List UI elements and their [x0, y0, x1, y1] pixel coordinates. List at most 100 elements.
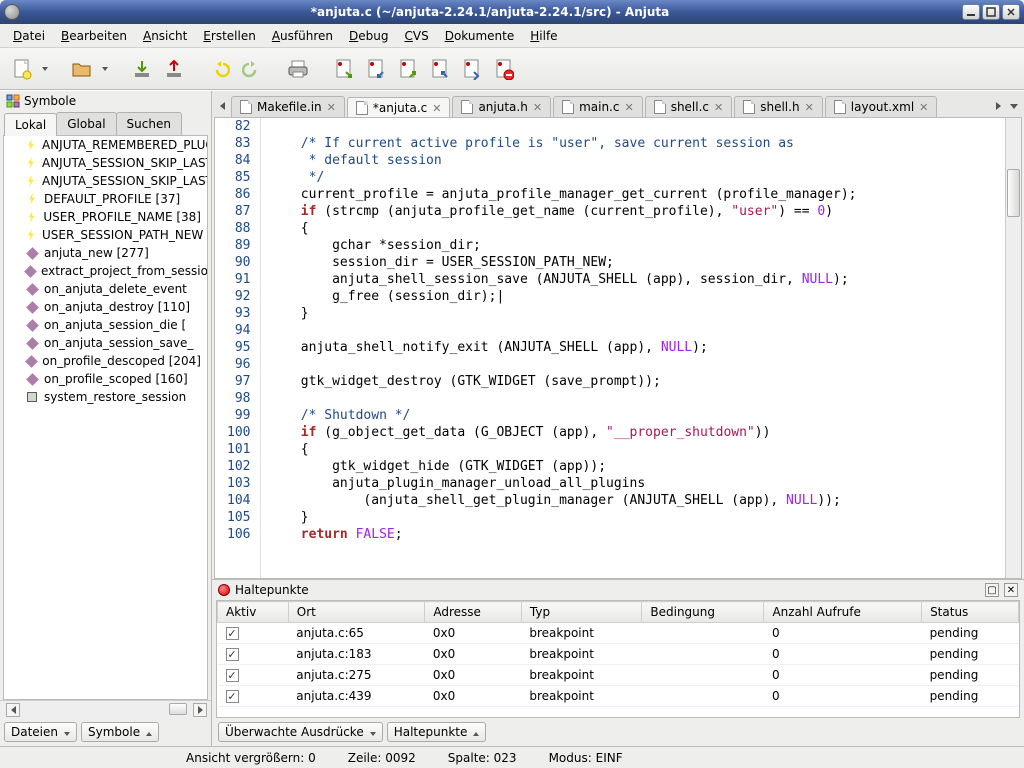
bp-col-header[interactable]: Aktiv [218, 602, 289, 623]
source-text[interactable]: /* If current active profile is "user", … [261, 118, 1005, 578]
editor-tab[interactable]: layout.xml✕ [825, 96, 938, 117]
print-icon[interactable] [284, 54, 312, 84]
debug-stop-icon[interactable] [490, 54, 518, 84]
bp-active-checkbox[interactable] [226, 648, 239, 661]
symbol-item[interactable]: USER_PROFILE_NAME [38] [4, 208, 207, 226]
symbol-item[interactable]: on_anjuta_delete_event [4, 280, 207, 298]
editor-tab[interactable]: shell.c✕ [645, 96, 733, 117]
debug-step3-icon[interactable] [394, 54, 422, 84]
vscroll-thumb[interactable] [1007, 169, 1020, 217]
sidebar-tab-lokal[interactable]: Lokal [4, 113, 57, 136]
menu-datei[interactable]: Datei [6, 26, 52, 46]
editor-vscrollbar[interactable] [1005, 118, 1021, 578]
symbol-label: on_anjuta_destroy [110] [44, 300, 190, 314]
panel-close-button[interactable]: ✕ [1004, 583, 1018, 597]
debug-run-icon[interactable] [458, 54, 486, 84]
menu-ausführen[interactable]: Ausführen [265, 26, 340, 46]
diamond-icon [26, 247, 38, 259]
undo-icon[interactable] [206, 54, 234, 84]
menu-cvs[interactable]: CVS [397, 26, 435, 46]
editor-tab[interactable]: anjuta.h✕ [452, 96, 551, 117]
symbol-item[interactable]: USER_SESSION_PATH_NEW [4, 226, 207, 244]
bp-col-header[interactable]: Ort [288, 602, 425, 623]
new-dropdown-icon[interactable] [40, 67, 50, 71]
symbols-combo[interactable]: Symbole [81, 722, 159, 742]
watched-expr-combo[interactable]: Überwachte Ausdrücke [218, 722, 383, 742]
symbol-item[interactable]: ANJUTA_SESSION_SKIP_LAST [4, 154, 207, 172]
menu-debug[interactable]: Debug [342, 26, 395, 46]
breakpoint-row[interactable]: anjuta.c:650x0breakpoint0pending [218, 623, 1019, 644]
menu-dokumente[interactable]: Dokumente [438, 26, 522, 46]
symbol-item[interactable]: on_profile_scoped [160] [4, 370, 207, 388]
symbol-item[interactable]: ANJUTA_REMEMBERED_PLUGINS [4, 136, 207, 154]
debug-step4-icon[interactable] [426, 54, 454, 84]
symbol-item[interactable]: system_restore_session [4, 388, 207, 406]
tab-nav-left[interactable] [214, 95, 230, 117]
symbol-item[interactable]: on_anjuta_session_die [ [4, 316, 207, 334]
bp-active-checkbox[interactable] [226, 669, 239, 682]
scroll-left-icon[interactable] [6, 703, 20, 717]
symbol-item[interactable]: anjuta_new [277] [4, 244, 207, 262]
menu-bearbeiten[interactable]: Bearbeiten [54, 26, 134, 46]
bp-active-checkbox[interactable] [226, 690, 239, 703]
symbol-list[interactable]: ANJUTA_REMEMBERED_PLUGINSANJUTA_SESSION_… [3, 135, 208, 700]
bp-col-header[interactable]: Bedingung [642, 602, 764, 623]
tab-close-icon[interactable]: ✕ [533, 101, 542, 114]
symbol-item[interactable]: ANJUTA_SESSION_SKIP_LAST_FILES [4, 172, 207, 190]
breakpoint-row[interactable]: anjuta.c:2750x0breakpoint0pending [218, 665, 1019, 686]
bp-col-header[interactable]: Status [922, 602, 1019, 623]
tab-close-icon[interactable]: ✕ [714, 101, 723, 114]
save-down-icon[interactable] [128, 54, 156, 84]
bp-active-checkbox[interactable] [226, 627, 239, 640]
code-editor[interactable]: 82 83 84 85 86 87 88 89 90 91 92 93 94 9… [214, 117, 1022, 579]
new-doc-icon[interactable] [8, 54, 36, 84]
breakpoint-icon [218, 584, 230, 596]
bolt-icon [26, 139, 36, 151]
bp-col-header[interactable]: Anzahl Aufrufe [764, 602, 922, 623]
sidebar-tab-suchen[interactable]: Suchen [116, 112, 182, 135]
load-up-icon[interactable] [160, 54, 188, 84]
redo-icon[interactable] [238, 54, 266, 84]
debug-step2-icon[interactable] [362, 54, 390, 84]
scroll-right-icon[interactable] [193, 703, 207, 717]
menu-ansicht[interactable]: Ansicht [136, 26, 194, 46]
symbol-item[interactable]: on_anjuta_destroy [110] [4, 298, 207, 316]
breakpoint-row[interactable]: anjuta.c:4390x0breakpoint0pending [218, 686, 1019, 707]
tab-close-icon[interactable]: ✕ [805, 101, 814, 114]
bp-col-header[interactable]: Adresse [425, 602, 522, 623]
files-combo[interactable]: Dateien [4, 722, 77, 742]
editor-tab[interactable]: shell.h✕ [734, 96, 823, 117]
breakpoint-row[interactable]: anjuta.c:1830x0breakpoint0pending [218, 644, 1019, 665]
debug-step1-icon[interactable] [330, 54, 358, 84]
menu-erstellen[interactable]: Erstellen [196, 26, 263, 46]
app-icon [4, 4, 20, 20]
scroll-thumb[interactable] [169, 703, 187, 715]
tab-close-icon[interactable]: ✕ [919, 101, 928, 114]
symbol-item[interactable]: DEFAULT_PROFILE [37] [4, 190, 207, 208]
minimize-button[interactable] [962, 4, 980, 20]
sidebar-hscrollbar[interactable] [0, 700, 211, 718]
tab-nav-menu[interactable] [1006, 95, 1022, 117]
open-folder-icon[interactable] [68, 54, 96, 84]
bolt-icon [26, 157, 36, 169]
tab-close-icon[interactable]: ✕ [432, 102, 441, 115]
bp-col-header[interactable]: Typ [521, 602, 642, 623]
panel-minimize-button[interactable]: ▢ [985, 583, 999, 597]
open-dropdown-icon[interactable] [100, 67, 110, 71]
tab-close-icon[interactable]: ✕ [327, 101, 336, 114]
diamond-icon [26, 283, 38, 295]
breakpoints-combo[interactable]: Haltepunkte [387, 722, 487, 742]
symbol-item[interactable]: on_anjuta_session_save_ [4, 334, 207, 352]
tab-close-icon[interactable]: ✕ [624, 101, 633, 114]
editor-tab[interactable]: Makefile.in✕ [231, 96, 345, 117]
maximize-button[interactable] [982, 4, 1000, 20]
menu-hilfe[interactable]: Hilfe [523, 26, 564, 46]
close-button[interactable] [1002, 4, 1020, 20]
breakpoints-table[interactable]: AktivOrtAdresseTypBedingungAnzahl Aufruf… [216, 600, 1020, 718]
sidebar-tab-global[interactable]: Global [56, 112, 116, 135]
symbol-item[interactable]: on_profile_descoped [204] [4, 352, 207, 370]
editor-tab[interactable]: main.c✕ [553, 96, 643, 117]
symbol-item[interactable]: extract_project_from_session [4, 262, 207, 280]
tab-nav-right[interactable] [990, 95, 1006, 117]
editor-tab[interactable]: *anjuta.c✕ [347, 97, 451, 117]
